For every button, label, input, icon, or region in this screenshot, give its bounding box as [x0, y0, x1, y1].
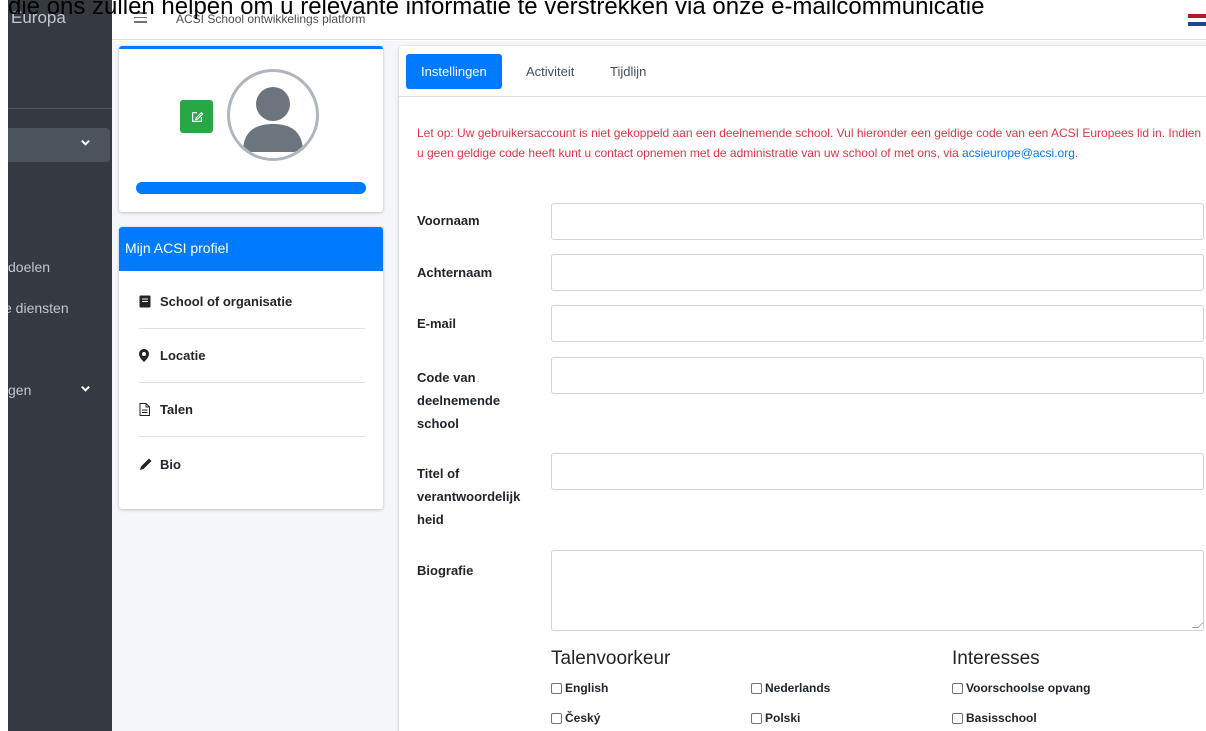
edit-avatar-button[interactable] [180, 100, 213, 133]
book-icon [139, 295, 157, 308]
checkbox-label: Nederlands [765, 681, 831, 695]
voornaam-label: Voornaam [417, 213, 480, 228]
menu-item-bio[interactable]: Bio [139, 437, 365, 491]
checkbox-icon[interactable] [551, 682, 562, 694]
biografie-label: Biografie [417, 563, 474, 578]
checkbox-cesky[interactable]: Český [551, 711, 600, 725]
tab-activiteit[interactable]: Activiteit [511, 54, 589, 89]
checkbox-voorschoolse-opvang[interactable]: Voorschoolse opvang [952, 681, 1090, 695]
map-marker-icon [139, 349, 157, 362]
chevron-down-icon[interactable] [80, 383, 91, 397]
checkbox-icon[interactable] [751, 712, 762, 724]
contact-email-link[interactable]: acsieurope@acsi.org [962, 146, 1075, 160]
checkbox-english[interactable]: English [551, 681, 608, 695]
tab-instellingen[interactable]: Instellingen [406, 54, 502, 89]
tab-bar: Instellingen Activiteit Tijdlijn [399, 46, 1206, 97]
achternaam-input[interactable] [551, 254, 1204, 291]
content-area: Mijn ACSI profiel School of organisatie … [112, 41, 1206, 731]
voornaam-input[interactable] [551, 203, 1204, 240]
notice-suffix: . [1074, 146, 1079, 160]
email-label: E-mail [417, 316, 457, 331]
file-icon [139, 403, 157, 416]
sidebar-divider [8, 108, 112, 109]
school-code-input[interactable] [551, 357, 1204, 394]
dutch-flag-icon[interactable] [1188, 14, 1206, 26]
checkbox-icon[interactable] [952, 712, 963, 724]
biografie-textarea[interactable] [551, 550, 1204, 631]
notice-text: Let op: Uw gebruikersaccount is niet gek… [417, 126, 1202, 160]
profile-menu: Mijn ACSI profiel School of organisatie … [119, 227, 383, 509]
resize-handle-icon[interactable] [1192, 622, 1204, 628]
checkbox-polski[interactable]: Polski [751, 711, 800, 725]
interesses-title: Interesses [952, 648, 1040, 669]
overlay-text: die ons zullen helpen om u relevante inf… [8, 0, 985, 20]
menu-item-label: School of organisatie [160, 294, 293, 309]
checkbox-icon[interactable] [751, 682, 762, 694]
sidebar-dropdown[interactable] [8, 128, 110, 162]
tab-tijdlijn[interactable]: Tijdlijn [595, 54, 661, 89]
titel-input[interactable] [551, 453, 1204, 490]
checkbox-basisschool[interactable]: Basisschool [952, 711, 1037, 725]
titel-label: Titel of verantwoordelijk heid [417, 466, 521, 527]
achternaam-label: Achternaam [417, 265, 493, 280]
left-edge [0, 0, 8, 731]
avatar [227, 69, 319, 161]
checkbox-label: English [565, 681, 609, 695]
checkbox-nederlands[interactable]: Nederlands [751, 681, 830, 695]
profile-progress-bar [136, 182, 366, 194]
profile-menu-header[interactable]: Mijn ACSI profiel [119, 227, 383, 271]
menu-item-label: Talen [160, 402, 193, 417]
checkbox-label: Voorschoolse opvang [966, 681, 1091, 695]
checkbox-label: Polski [765, 711, 801, 725]
settings-card: Instellingen Activiteit Tijdlijn Let op:… [399, 46, 1206, 731]
sidebar-item-doelen[interactable]: doelen [8, 259, 50, 275]
checkbox-label: Basisschool [966, 711, 1037, 725]
pencil-icon [139, 457, 157, 471]
menu-item-locatie[interactable]: Locatie [139, 329, 365, 383]
code-label: Code van deelnemende school [417, 370, 501, 431]
talenvoorkeur-title: Talenvoorkeur [551, 648, 671, 669]
sidebar: Europa doelen e diensten gen [8, 0, 112, 731]
checkbox-icon[interactable] [952, 682, 963, 694]
menu-item-school[interactable]: School of organisatie [139, 275, 365, 329]
account-notice: Let op: Uw gebruikersaccount is niet gek… [417, 123, 1206, 163]
sidebar-item-gen[interactable]: gen [8, 382, 31, 398]
user-silhouette-icon [243, 87, 303, 152]
menu-item-talen[interactable]: Talen [139, 383, 365, 437]
edit-icon [191, 111, 203, 122]
menu-item-label: Locatie [160, 348, 206, 363]
sidebar-item-diensten[interactable]: e diensten [8, 300, 69, 316]
menu-item-label: Bio [160, 456, 181, 472]
checkbox-label: Český [565, 711, 601, 725]
email-input[interactable] [551, 305, 1204, 342]
profile-card [119, 46, 383, 212]
chevron-down-icon[interactable] [80, 137, 91, 151]
checkbox-icon[interactable] [551, 712, 562, 724]
